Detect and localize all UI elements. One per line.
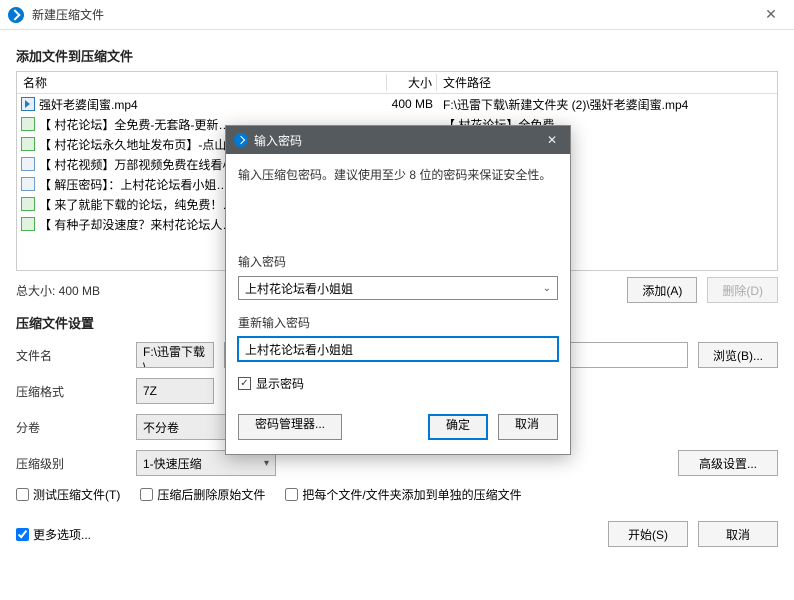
file-name: 【 来了就能下载的论坛，纯免费！… <box>39 196 234 213</box>
password-manager-button[interactable]: 密码管理器... <box>238 414 342 440</box>
mp4-file-icon <box>21 97 35 111</box>
modal-titlebar: 输入密码 ✕ <box>226 126 570 154</box>
separate-checkbox[interactable]: 把每个文件/文件夹添加到单独的压缩文件 <box>285 486 521 503</box>
modal-title: 输入密码 <box>254 132 542 149</box>
window-title: 新建压缩文件 <box>32 6 756 23</box>
show-password-label: 显示密码 <box>256 375 304 392</box>
modal-close-icon[interactable]: ✕ <box>542 133 562 147</box>
advanced-button[interactable]: 高级设置... <box>678 450 778 476</box>
level-label: 压缩级别 <box>16 455 126 472</box>
split-label: 分卷 <box>16 419 126 436</box>
add-files-title: 添加文件到压缩文件 <box>16 46 778 65</box>
file-name: 【 村花视频】万部视频免费在线看小… <box>39 156 246 173</box>
delete-button: 删除(D) <box>707 277 778 303</box>
add-button[interactable]: 添加(A) <box>627 277 697 303</box>
col-path[interactable]: 文件路径 <box>437 74 777 91</box>
file-name: 【 村花论坛】全免费-无套路-更新… <box>39 116 230 133</box>
col-name[interactable]: 名称 <box>17 74 387 91</box>
close-icon[interactable]: ✕ <box>756 0 786 30</box>
modal-hint: 输入压缩包密码。建议使用至少 8 位的密码来保证安全性。 <box>238 166 558 183</box>
html-file-icon <box>21 197 35 211</box>
file-path: F:\迅雷下载\新建文件夹 (2)\强奸老婆闺蜜.mp4 <box>437 96 777 113</box>
filename-label: 文件名 <box>16 347 126 364</box>
password-confirm-input[interactable]: 上村花论坛看小姐姐 <box>238 337 558 361</box>
html-file-icon <box>21 117 35 131</box>
browse-button[interactable]: 浏览(B)... <box>698 342 778 368</box>
chevron-down-icon[interactable]: ⌄ <box>543 283 551 294</box>
delete-after-checkbox[interactable]: 压缩后删除原始文件 <box>140 486 265 503</box>
html-file-icon <box>21 137 35 151</box>
col-size[interactable]: 大小 <box>387 74 437 91</box>
table-row[interactable]: 强奸老婆闺蜜.mp4 400 MBF:\迅雷下载\新建文件夹 (2)\强奸老婆闺蜜… <box>17 94 777 114</box>
file-name: 强奸老婆闺蜜.mp4 <box>39 96 138 113</box>
show-password-checkbox[interactable]: ✓ 显示密码 <box>238 375 558 392</box>
txt-file-icon <box>21 157 35 171</box>
titlebar: 新建压缩文件 ✕ <box>0 0 794 30</box>
file-name: 【 有种子却没速度？来村花论坛人… <box>39 216 234 233</box>
password-label: 输入密码 <box>238 253 558 270</box>
more-options-checkbox[interactable]: 更多选项... <box>16 526 91 543</box>
format-label: 压缩格式 <box>16 383 126 400</box>
filename-prefix[interactable]: F:\迅雷下载\ <box>136 342 214 368</box>
file-name: 【 村花论坛永久地址发布页】-点山… <box>39 136 238 153</box>
password-dialog: 输入密码 ✕ 输入压缩包密码。建议使用至少 8 位的密码来保证安全性。 输入密码… <box>225 125 571 455</box>
password-input[interactable]: 上村花论坛看小姐姐⌄ <box>238 276 558 300</box>
modal-cancel-button[interactable]: 取消 <box>498 414 558 440</box>
cancel-button[interactable]: 取消 <box>698 521 778 547</box>
file-size: 400 MB <box>387 97 437 111</box>
file-list-header: 名称 大小 文件路径 <box>17 72 777 94</box>
format-select[interactable]: 7Z <box>136 378 214 404</box>
modal-icon <box>234 133 248 147</box>
test-checkbox[interactable]: 测试压缩文件(T) <box>16 486 120 503</box>
checkbox-checked-icon: ✓ <box>238 377 251 390</box>
password-confirm-label: 重新输入密码 <box>238 314 558 331</box>
html-file-icon <box>21 217 35 231</box>
start-button[interactable]: 开始(S) <box>608 521 688 547</box>
file-name: 【 解压密码】：上村花论坛看小姐… <box>39 176 228 193</box>
txt-file-icon <box>21 177 35 191</box>
app-icon <box>8 7 24 23</box>
ok-button[interactable]: 确定 <box>428 414 488 440</box>
chevron-down-icon: ▾ <box>264 458 269 469</box>
